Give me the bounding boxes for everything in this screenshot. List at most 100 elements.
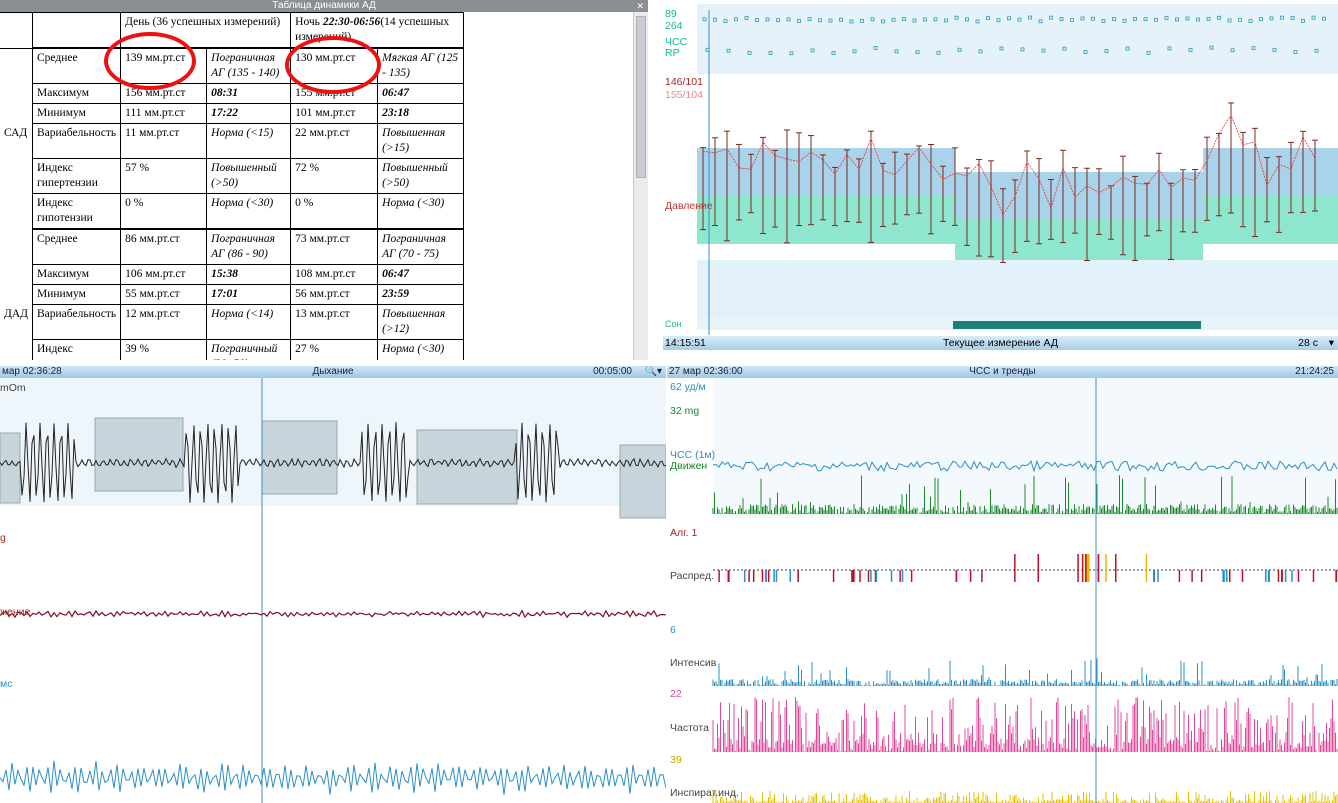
day-value: 39 % [120, 339, 208, 360]
day-note: Пограничная АГ (135 - 140) [206, 47, 292, 84]
night-value: 73 мм.рт.ст [290, 228, 379, 265]
night-value: 101 мм.рт.ст [290, 103, 379, 124]
inspiratory-scale: 39 [670, 754, 682, 766]
rp-label: RP [665, 47, 680, 59]
day-value: 86 мм.рт.ст [120, 228, 208, 265]
day-note: 08:31 [206, 83, 292, 104]
bp-table: День (36 успешных измерений) Ночь 22:30-… [0, 12, 465, 360]
bp-previous: 155/104 [665, 89, 703, 101]
night-note: Пограничная АГ (70 - 75) [377, 228, 465, 265]
night-value: 108 мм.рт.ст [290, 264, 379, 285]
resp-move-label: жение [0, 606, 31, 618]
table-scrollbar[interactable] [633, 12, 648, 360]
night-note: Мягкая АГ (125 - 135) [377, 47, 465, 84]
intensity-label: Интенсив [670, 657, 717, 669]
sleep-label: Сон [665, 319, 682, 329]
night-value: 22 мм.рт.ст [290, 123, 379, 159]
respiration-window[interactable]: мар 02:36:28 Дыхание 00:05:00 🔍▾ mOm g ж… [0, 366, 666, 803]
trends-title: ЧСС и тренды [969, 366, 1036, 377]
night-note: Повышенная (>12) [377, 304, 465, 340]
day-value: 57 % [120, 158, 208, 194]
table-row: Минимум 111 мм.рт.ст 17:22 101 мм.рт.ст 23:1… [0, 103, 465, 124]
day-value: 11 мм.рт.ст [120, 123, 208, 159]
hr-value: 89 [665, 8, 677, 20]
night-value: 72 % [290, 158, 379, 194]
resp-top-label: mOm [0, 382, 26, 394]
day-note: Норма (<30) [206, 193, 292, 230]
resp-title: Дыхание [312, 366, 354, 377]
bp-dynamics-table-window: Таблица динамики АД ✕ День (36 успешных … [0, 0, 648, 360]
table-row: Индекс гипертензии 57 % Повышенный (>50) 72… [0, 158, 465, 194]
row-label: Вариабельность [31, 304, 122, 340]
table-row: Индекс гипотензии 0 % Норма (<30) 0 % Норма … [0, 193, 465, 230]
night-value: 56 мм.рт.ст [290, 284, 379, 305]
chevron-down-icon[interactable]: ▾ [1329, 336, 1334, 350]
intensity-scale: 6 [670, 624, 676, 636]
table-title: Таблица динамики АД [272, 0, 376, 11]
table-row: САД Вариабельность 11 мм.рт.ст Норма (<15) 2… [0, 123, 465, 159]
bp-current: 146/101 [665, 76, 703, 88]
table-row: Среднее 86 мм.рт.ст Пограничная АГ (86 - 9… [0, 228, 465, 265]
night-value: 27 % [290, 339, 379, 360]
night-note: 06:47 [377, 83, 465, 104]
trends-end-time: 21:24:25 [1295, 366, 1334, 377]
day-note: 15:38 [206, 264, 292, 285]
night-value: 13 мм.рт.ст [290, 304, 379, 340]
bp-chart-canvas[interactable] [663, 0, 1338, 352]
frequency-scale: 22 [670, 688, 682, 700]
rp-value: 264 [665, 20, 683, 32]
sad-section: Среднее 139 мм.рт.ст Пограничная АГ (135 -… [0, 47, 465, 230]
hr-trends-window[interactable]: 27 мар 02:36:00 ЧСС и тренды 21:24:25 62… [667, 366, 1338, 803]
scrollbar-thumb[interactable] [636, 16, 646, 178]
resp-ms-label: мс [0, 678, 13, 690]
respiration-canvas[interactable] [0, 378, 666, 803]
bp-chart-window[interactable]: 89 264 ЧСС RP 146/101 155/104 Давление С… [663, 0, 1338, 352]
scale-value[interactable]: 28 с [1298, 336, 1318, 350]
day-note: 17:01 [206, 284, 292, 305]
night-note: 23:59 [377, 284, 465, 305]
row-label: Максимум [31, 264, 122, 285]
table-row: Максимум 106 мм.рт.ст 15:38 108 мм.рт.ст 06:… [0, 264, 465, 285]
row-label: Минимум [31, 284, 122, 305]
day-value: 111 мм.рт.ст [120, 103, 208, 124]
respiration-title-bar: мар 02:36:28 Дыхание 00:05:00 🔍▾ [0, 366, 666, 378]
row-label: Индекс гипертензии [31, 339, 122, 360]
night-note: Норма (<30) [377, 193, 465, 230]
group-label: ДАД [0, 304, 33, 340]
trends-canvas[interactable] [667, 378, 1338, 803]
day-value: 0 % [120, 193, 208, 230]
day-note: Пограничный (30- 50) [206, 339, 292, 360]
resp-red-label: g [0, 532, 6, 544]
hr-scale: 62 уд/м [670, 381, 706, 393]
highlight-circle-night [285, 36, 381, 94]
table-row: Среднее 139 мм.рт.ст Пограничная АГ (135 -… [0, 47, 465, 84]
trends-title-bar: 27 мар 02:36:00 ЧСС и тренды 21:24:25 [667, 366, 1338, 378]
inspiratory-label: Инспират.инд. [670, 787, 739, 799]
row-label: Максимум [31, 83, 122, 104]
table-row: Максимум 156 мм.рт.ст 08:31 155 мм.рт.ст 06:… [0, 83, 465, 104]
movement-label: Движен [670, 460, 708, 472]
sleep-bar [953, 321, 1201, 329]
row-label: Вариабельность [31, 123, 122, 159]
row-label: Индекс гипотензии [31, 193, 122, 230]
day-note: Пограничная АГ (86 - 90) [206, 228, 292, 265]
close-icon[interactable]: ✕ [636, 0, 644, 12]
night-note: 06:47 [377, 264, 465, 285]
day-value: 106 мм.рт.ст [120, 264, 208, 285]
table-row: Индекс гипертензии39 %Пограничный (30- 5… [0, 339, 465, 360]
distribution-label: Распред. [670, 570, 714, 582]
day-note: Повышенный (>50) [206, 158, 292, 194]
table-row: Минимум 55 мм.рт.ст 17:01 56 мм.рт.ст 23:59 [0, 284, 465, 305]
row-label: Минимум [31, 103, 122, 124]
day-note: Норма (<15) [206, 123, 292, 159]
highlight-circle-day [104, 32, 196, 90]
day-value: 12 мм.рт.ст [120, 304, 208, 340]
frequency-label: Частота [670, 722, 709, 734]
night-value: 0 % [290, 193, 379, 230]
night-note: 23:18 [377, 103, 465, 124]
mg-scale: 32 mg [670, 405, 700, 417]
resp-window-length[interactable]: 00:05:00 [593, 366, 632, 378]
algorithm-label: Алг. 1 [670, 527, 698, 539]
zoom-icon[interactable]: 🔍▾ [645, 366, 662, 378]
pressure-label: Давление [665, 200, 713, 212]
